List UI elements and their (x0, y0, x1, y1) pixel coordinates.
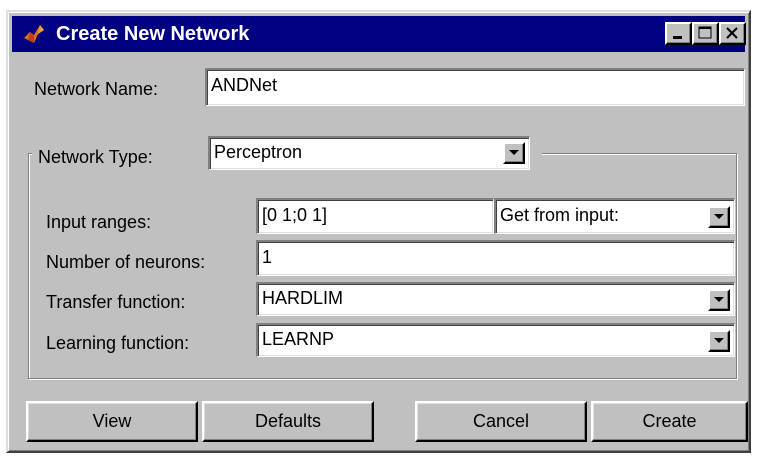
transfer-function-dropdown[interactable]: HARDLIM (256, 282, 735, 316)
learning-function-label: Learning function: (46, 333, 190, 353)
network-type-label: Network Type: (38, 147, 153, 167)
chevron-down-icon (509, 150, 519, 155)
input-source-dropdown[interactable]: Get from input: (494, 198, 735, 234)
learning-function-dropdown-button[interactable] (708, 330, 730, 352)
input-source-value: Get from input: (500, 205, 620, 225)
transfer-function-dropdown-button[interactable] (708, 289, 730, 311)
input-ranges-label: Input ranges: (46, 212, 152, 232)
chevron-down-icon (714, 338, 724, 343)
learning-function-dropdown[interactable]: LEARNP (256, 323, 735, 357)
input-ranges-input[interactable]: [0 1;0 1] (256, 198, 494, 234)
num-neurons-label: Number of neurons: (46, 252, 206, 272)
defaults-button[interactable]: Defaults (202, 401, 374, 442)
minimize-icon (673, 36, 682, 39)
chevron-down-icon (714, 214, 724, 219)
minimize-button[interactable] (665, 22, 692, 45)
maximize-icon (698, 26, 712, 39)
network-type-value: Perceptron (214, 142, 303, 162)
num-neurons-input[interactable]: 1 (256, 240, 735, 276)
window-title: Create New Network (56, 23, 250, 45)
close-icon (726, 27, 738, 39)
matlab-membrane-icon (22, 22, 46, 46)
network-name-label: Network Name: (34, 79, 159, 99)
view-button[interactable]: View (26, 401, 198, 442)
learning-function-value: LEARNP (262, 329, 335, 349)
create-button[interactable]: Create (591, 401, 748, 442)
title-bar[interactable]: Create New Network (12, 16, 746, 52)
cancel-button[interactable]: Cancel (415, 401, 587, 442)
transfer-function-label: Transfer function: (46, 292, 186, 312)
transfer-function-value: HARDLIM (262, 288, 344, 308)
network-name-input[interactable]: ANDNet (205, 68, 745, 106)
network-type-dropdown-button[interactable] (503, 142, 525, 164)
close-button[interactable] (719, 22, 746, 45)
network-type-dropdown[interactable]: Perceptron (208, 136, 530, 170)
create-network-window: Create New Network Network Name: ANDNet … (6, 10, 751, 453)
maximize-button[interactable] (692, 22, 719, 45)
chevron-down-icon (714, 297, 724, 302)
input-source-dropdown-button[interactable] (708, 206, 730, 228)
